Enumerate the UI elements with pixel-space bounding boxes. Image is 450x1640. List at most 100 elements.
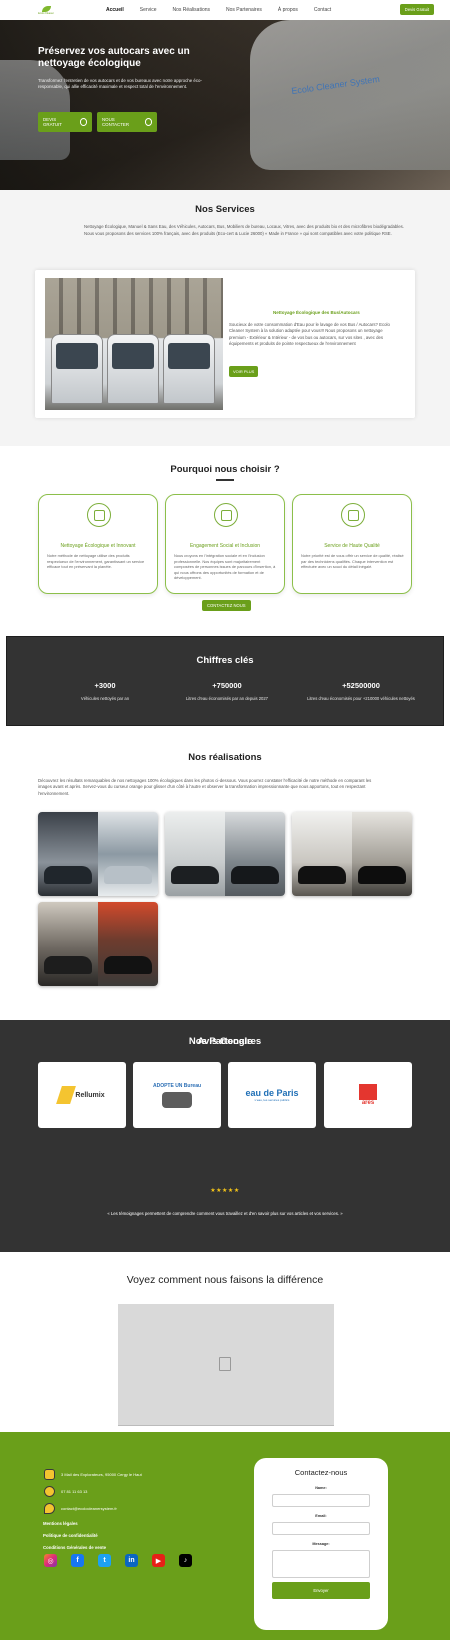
why-card-text: Notre méthode de nettoyage utilise des p… xyxy=(47,553,145,570)
tiktok-icon[interactable]: ♪ xyxy=(179,1554,192,1567)
devis-gratuit-button[interactable]: Devis Gratuit xyxy=(399,4,434,15)
figure-label: Litres d'eau économisés pour +210000 véh… xyxy=(307,696,415,701)
phone-icon xyxy=(144,118,152,126)
social-links: ◎ f t in ▶ ♪ xyxy=(44,1554,192,1567)
email-input[interactable] xyxy=(272,1522,370,1535)
car-shape xyxy=(171,866,219,884)
google-reviews-text: « Les témoignages permettent de comprend… xyxy=(107,1211,343,1216)
building-background xyxy=(45,278,223,338)
services-title: Nos Services xyxy=(195,204,255,215)
footer-address-text: 3 Mail des Explorateurs, 95000 Cergy le … xyxy=(61,1472,142,1477)
why-card-title: Nettoyage Écologique et Innovant xyxy=(60,543,136,549)
buses-photo xyxy=(45,278,223,410)
after-photo xyxy=(225,812,285,896)
partners-section: Nos Partenaires Rellumix ADOPTE UN Burea… xyxy=(0,1020,450,1252)
partner-tagline: L'eau, les services publics xyxy=(254,1098,290,1102)
nav-contact[interactable]: Contact xyxy=(314,0,331,20)
figure-label: Litres d'eau économisés par an depuis 20… xyxy=(185,696,269,701)
voir-plus-button[interactable]: VOIR PLUS xyxy=(229,366,259,377)
quality-badge-icon xyxy=(341,503,365,527)
partner-logo-ares[interactable]: ares xyxy=(324,1062,412,1128)
key-figures-section: Chiffres clés +3000 Véhicules nettoyés p… xyxy=(6,636,444,726)
nav-accueil[interactable]: Accueil xyxy=(106,0,124,20)
twitter-icon[interactable]: t xyxy=(98,1554,111,1567)
partner-logo-rellumix[interactable]: Rellumix xyxy=(38,1062,126,1128)
why-title: Pourquoi nous choisir ? xyxy=(170,464,280,475)
hero-contact-label: NOUS CONTACTER xyxy=(102,117,129,127)
nav-service[interactable]: Service xyxy=(140,0,157,20)
partner-name: eau de Paris xyxy=(245,1088,299,1098)
site-footer: 3 Mail des Explorateurs, 95000 Cergy le … xyxy=(0,1432,450,1640)
hero-contact-button[interactable]: NOUS CONTACTER xyxy=(97,112,157,132)
ares-figure-icon xyxy=(359,1084,377,1100)
why-section: Pourquoi nous choisir ? Nettoyage Écolog… xyxy=(0,446,450,636)
partner-name: Rellumix xyxy=(75,1091,105,1099)
nav-partenaires[interactable]: Nos Partenaires xyxy=(226,0,262,20)
realisations-intro: Découvrez les résultats remarquables de … xyxy=(38,778,372,796)
send-button[interactable]: Envoyer xyxy=(272,1582,370,1599)
services-section: Nos Services Nettoyage Écologique, Manue… xyxy=(0,190,450,446)
shield-icon xyxy=(79,118,87,126)
before-after-slider[interactable] xyxy=(38,812,158,896)
footer-link-cgv[interactable]: Conditions Générales de vente xyxy=(43,1545,106,1550)
desk-mascot-icon xyxy=(162,1091,192,1108)
partner-logo-adopte-un-bureau[interactable]: ADOPTE UN Bureau xyxy=(133,1062,221,1128)
partner-name: ares xyxy=(361,1100,375,1106)
phone-icon xyxy=(44,1486,55,1497)
email-label: Email: xyxy=(315,1514,327,1518)
nav-a-propos[interactable]: À propos xyxy=(278,0,298,20)
before-after-slider[interactable] xyxy=(165,812,285,896)
after-photo xyxy=(352,812,412,896)
realisations-section: Nos réalisations Découvrez les résultats… xyxy=(0,726,450,1020)
why-card-title: Engagement Social et Inclusion xyxy=(189,543,261,549)
name-input[interactable] xyxy=(272,1494,370,1507)
facebook-icon[interactable]: f xyxy=(71,1554,84,1567)
rellumix-k-icon xyxy=(56,1086,77,1104)
instagram-icon[interactable]: ◎ xyxy=(44,1554,57,1567)
message-textarea[interactable] xyxy=(272,1550,370,1578)
partner-name: ADOPTE UN Bureau xyxy=(152,1082,202,1089)
star-rating: ★★★★★ xyxy=(210,1188,240,1194)
figure-item: +3000 Véhicules nettoyés par an xyxy=(35,681,175,703)
figure-value: +52500000 xyxy=(342,681,380,690)
bus-shape xyxy=(107,334,159,404)
before-after-slider[interactable] xyxy=(38,902,158,986)
why-card-social: Engagement Social et Inclusion Nous croy… xyxy=(165,494,285,594)
footer-phone-text: 07 81 11 63 13 xyxy=(61,1489,88,1494)
eco-car-icon xyxy=(87,503,111,527)
service-card-title: Nettoyage Écologique des Bus/Autocars xyxy=(273,310,360,315)
figure-label: Véhicules nettoyés par an xyxy=(80,696,130,701)
service-card-text: Soucieux de votre consommation d'Eau pou… xyxy=(229,322,390,346)
hero-devis-label: DEVIS GRATUIT xyxy=(43,117,62,127)
footer-link-privacy[interactable]: Politique de confidentialité xyxy=(43,1533,98,1538)
car-shape xyxy=(298,866,346,884)
logo-text: Ecolo Cleaner xyxy=(38,11,54,15)
video-section: Voyez comment nous faisons la différence xyxy=(0,1252,450,1432)
figures-title: Chiffres clés xyxy=(196,655,254,666)
contactez-nous-button[interactable]: CONTACTEZ NOUS xyxy=(202,600,251,611)
footer-link-mentions[interactable]: Mentions légales xyxy=(43,1521,78,1526)
before-photo xyxy=(292,812,352,896)
realisations-title: Nos réalisations xyxy=(188,752,262,763)
youtube-icon[interactable]: ▶ xyxy=(152,1554,165,1567)
linkedin-icon[interactable]: in xyxy=(125,1554,138,1567)
footer-email[interactable]: contact@ecolocleanersystem.fr xyxy=(44,1503,117,1514)
before-after-slider[interactable] xyxy=(292,812,412,896)
video-title: Voyez comment nous faisons la différence xyxy=(126,1274,324,1286)
location-building-icon xyxy=(44,1469,55,1480)
message-label: Message: xyxy=(312,1542,330,1546)
nav-realisations[interactable]: Nos Réalisations xyxy=(172,0,210,20)
footer-email-text: contact@ecolocleanersystem.fr xyxy=(61,1506,117,1511)
video-player[interactable] xyxy=(118,1304,334,1426)
site-logo[interactable]: Ecolo Cleaner xyxy=(36,3,56,17)
hero-section: Ecolo Cleaner System Préservez vos autoc… xyxy=(0,20,450,190)
figure-item: +52500000 Litres d'eau économisés pour +… xyxy=(291,681,431,703)
before-photo xyxy=(38,902,98,986)
footer-phone[interactable]: 07 81 11 63 13 xyxy=(44,1486,87,1497)
before-photo xyxy=(38,812,98,896)
car-shape xyxy=(104,866,152,884)
footer-address: 3 Mail des Explorateurs, 95000 Cergy le … xyxy=(44,1469,142,1480)
why-card-eco: Nettoyage Écologique et Innovant Notre m… xyxy=(38,494,158,594)
partner-logo-eau-de-paris[interactable]: eau de Paris L'eau, les services publics xyxy=(228,1062,316,1128)
hero-devis-button[interactable]: DEVIS GRATUIT xyxy=(38,112,92,132)
